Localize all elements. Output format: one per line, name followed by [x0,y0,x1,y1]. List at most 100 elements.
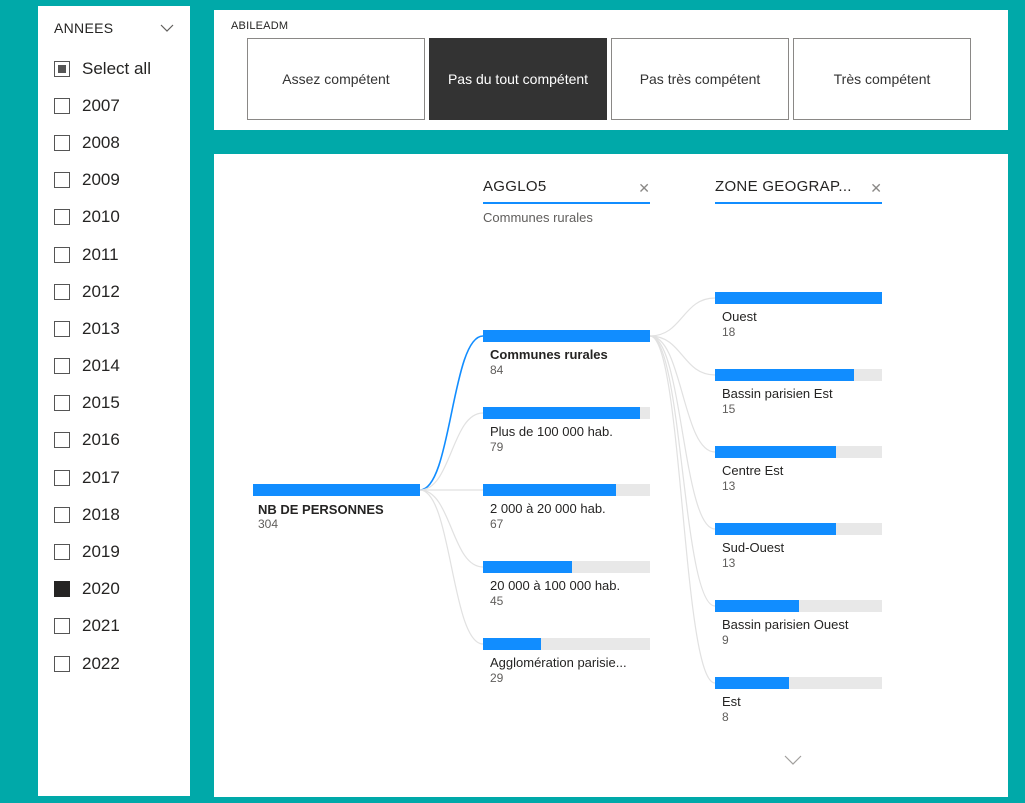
checkbox[interactable] [54,246,70,263]
node-value: 45 [490,594,504,608]
filter-button[interactable]: Pas du tout compétent [429,38,607,120]
slicer-item[interactable]: 2012 [54,273,151,310]
root-label: NB DE PERSONNES [258,502,384,517]
checkbox[interactable] [54,60,70,77]
level-subtitle-agglo5: Communes rurales [483,210,593,225]
node-value: 84 [490,363,504,377]
connector-link [649,335,716,530]
tree-node-level1[interactable]: Communes rurales 84 [483,330,650,377]
node-value: 13 [722,479,736,493]
slicer-item-label: 2022 [82,653,120,673]
checkbox[interactable] [54,544,70,561]
tree-node-level2[interactable]: Sud-Ouest 13 [715,523,882,570]
tree-node-level1[interactable]: 2 000 à 20 000 hab. 67 [483,484,650,531]
tree-node-level1[interactable]: Plus de 100 000 hab. 79 [483,407,650,454]
checkbox[interactable] [54,283,70,300]
slicer-item[interactable]: 2010 [54,199,151,236]
slicer-item[interactable]: 2013 [54,310,151,347]
tree-connectors [419,297,716,684]
checkbox[interactable] [54,618,70,635]
checkbox[interactable] [54,655,70,672]
tree-node-level2[interactable]: Ouest 18 [715,292,882,339]
filter-button[interactable]: Pas très compétent [611,38,789,120]
slicer-item[interactable]: 2020 [54,571,151,608]
slicer-item[interactable]: 2007 [54,87,151,124]
node-bar [715,369,882,381]
node-label: Est [722,694,741,709]
node-label: 20 000 à 100 000 hab. [490,578,621,593]
root-bar-fill [253,484,420,496]
chevron-down-icon[interactable] [160,22,174,34]
slicer-item-label: 2017 [82,467,120,487]
slicer-item[interactable]: 2019 [54,533,151,570]
tree-node-level2[interactable]: Est 8 [715,677,882,724]
checkbox[interactable] [54,432,70,449]
tree-node-level2[interactable]: Bassin parisien Ouest 9 [715,600,882,647]
level-title-agglo5: AGGLO5 [483,178,547,195]
checkbox[interactable] [54,469,70,486]
slicer-item[interactable]: 2017 [54,459,151,496]
slicer-header[interactable]: ANNEES [54,20,174,40]
slicer-item[interactable]: 2022 [54,645,151,682]
slicer-item[interactable]: 2018 [54,496,151,533]
tree-node-level2[interactable]: Bassin parisien Est 15 [715,369,882,416]
tree-node-level1[interactable]: Agglomération parisie... 29 [483,638,650,685]
tree-node-level1[interactable]: 20 000 à 100 000 hab. 45 [483,561,650,608]
node-label: 2 000 à 20 000 hab. [490,501,606,516]
slicer-item-label: 2009 [82,170,120,190]
checkbox[interactable] [54,134,70,151]
node-value: 18 [722,325,736,339]
checkbox[interactable] [54,506,70,523]
slicer-item-label: 2012 [82,281,120,301]
filter-button[interactable]: Assez compétent [247,38,425,120]
slicer-item[interactable]: 2016 [54,422,151,459]
connector-link [649,335,716,607]
node-label: Communes rurales [490,347,608,362]
node-bar [483,638,650,650]
slicer-item-label: 2019 [82,542,120,562]
node-bar-fill [715,292,882,304]
node-bar-fill [483,407,641,419]
node-bar-fill [483,330,650,342]
node-label: Plus de 100 000 hab. [490,424,613,439]
slicer-item[interactable]: 2014 [54,348,151,385]
node-bar [483,330,650,342]
slicer-item[interactable]: 2009 [54,162,151,199]
abileadm-slicer: ABILEADM Assez compétent Pas du tout comp… [214,10,1008,130]
node-label: Bassin parisien Est [722,386,833,401]
level-header-agglo5: AGGLO5 ✕ [483,176,650,204]
connector-link [419,335,484,491]
slicer-item[interactable]: 2008 [54,124,151,161]
node-value: 13 [722,556,736,570]
slicer-list: Select all 2007 2008 2009 2010 2011 2012 2013 20… [54,50,151,682]
node-bar [715,292,882,304]
connector-link [419,489,484,568]
filter-button[interactable]: Très compétent [793,38,971,120]
node-value: 79 [490,440,504,454]
root-bar [253,484,420,496]
close-icon[interactable]: ✕ [638,180,650,197]
checkbox[interactable] [54,320,70,337]
checkbox[interactable] [54,395,70,412]
slicer-item-label: 2007 [82,95,120,115]
checkbox[interactable] [54,358,70,375]
node-bar-fill [715,523,836,535]
root-node[interactable]: NB DE PERSONNES 304 [253,484,420,531]
node-bar [715,677,882,689]
checkbox[interactable] [54,581,70,598]
close-icon[interactable]: ✕ [870,180,882,197]
node-label: Ouest [722,309,757,324]
slicer-item[interactable]: 2021 [54,608,151,645]
slicer-item[interactable]: 2015 [54,385,151,422]
tree-node-level2[interactable]: Centre Est 13 [715,446,882,493]
node-label: Bassin parisien Ouest [722,617,849,632]
slicer-item-label: 2015 [82,393,120,413]
checkbox[interactable] [54,172,70,189]
slicer-item[interactable]: 2011 [54,236,151,273]
slicer-item[interactable]: Select all [54,50,151,87]
node-bar [715,523,882,535]
slicer-title: ANNEES [54,20,114,36]
checkbox[interactable] [54,209,70,226]
chevron-down-icon[interactable] [784,754,802,766]
checkbox[interactable] [54,97,70,114]
